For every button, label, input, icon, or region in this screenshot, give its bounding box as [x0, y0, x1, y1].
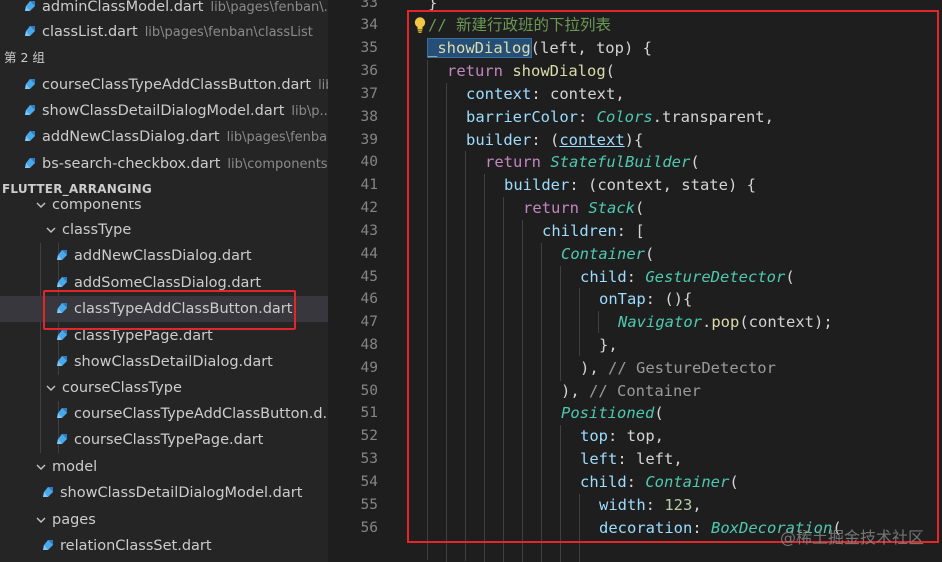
code-highlight-box	[407, 10, 939, 543]
tree-file[interactable]: courseClassTypePage.dart	[0, 427, 328, 453]
dart-file-icon	[56, 276, 68, 288]
line-number: 54	[360, 474, 378, 490]
line-number: 56	[360, 520, 378, 536]
line-number: 33	[360, 0, 378, 11]
line-number: 38	[360, 109, 378, 125]
open-editor-item[interactable]: classList.dart lib\pages\fenban\classList	[0, 19, 328, 45]
code-editor[interactable]: 33 34 35 36 37 38 39 40 41 42 43 44 45 4…	[328, 0, 942, 562]
line-number: 35	[360, 40, 378, 56]
dart-file-icon	[42, 486, 54, 498]
open-editor-item[interactable]: courseClassTypeAddClassButton.dartlib...	[0, 72, 328, 98]
line-number: 46	[360, 291, 378, 307]
tree-folder-classType[interactable]: classType	[0, 217, 328, 243]
line-number: 40	[360, 154, 378, 170]
dart-file-icon	[42, 539, 54, 551]
project-section-header[interactable]: FLUTTER_ARRANGING	[0, 177, 328, 201]
dart-file-icon	[24, 25, 36, 37]
chevron-down-icon	[44, 217, 58, 243]
watermark-text: @稀土掘金技术社区	[779, 528, 924, 547]
lightbulb-icon[interactable]	[413, 16, 427, 34]
open-editor-item[interactable]: showClassDetailDialogModel.dart lib\p...	[0, 98, 328, 124]
line-number: 45	[360, 269, 378, 285]
tree-file[interactable]: showClassDetailDialogModel.dart	[0, 480, 328, 506]
dart-file-icon	[56, 433, 68, 445]
open-editor-item[interactable]: bs-search-checkbox.dart lib\components	[0, 151, 328, 177]
line-number: 42	[360, 200, 378, 216]
line-number: 52	[360, 428, 378, 444]
line-number: 34	[360, 17, 378, 33]
dart-file-icon	[56, 355, 68, 367]
chevron-down-icon	[34, 454, 48, 480]
dart-file-icon	[24, 157, 36, 169]
selection-highlight-box	[43, 290, 296, 330]
line-number: 50	[360, 383, 378, 399]
tree-folder-courseClassType[interactable]: courseClassType	[0, 375, 328, 401]
line-number: 36	[360, 63, 378, 79]
tree-file[interactable]: addNewClassDialog.dart	[0, 243, 328, 269]
line-number: 47	[360, 314, 378, 330]
chevron-down-icon	[44, 375, 58, 401]
dart-file-icon	[24, 104, 36, 116]
line-number: 48	[360, 337, 378, 353]
dart-file-icon	[24, 0, 36, 12]
dart-file-icon	[56, 249, 68, 261]
tree-folder-pages[interactable]: pages	[0, 507, 328, 533]
dart-file-icon	[24, 78, 36, 90]
tree-file[interactable]: courseClassTypeAddClassButton.d...	[0, 401, 328, 427]
editor-group-label[interactable]: 第 2 组	[0, 45, 328, 71]
line-number: 51	[360, 405, 378, 421]
line-number: 49	[360, 360, 378, 376]
line-number: 43	[360, 223, 378, 239]
line-number: 53	[360, 451, 378, 467]
line-number: 37	[360, 86, 378, 102]
dart-file-icon	[56, 329, 68, 341]
chevron-down-icon	[34, 507, 48, 533]
tree-file[interactable]: relationClassSet.dart	[0, 533, 328, 559]
explorer-sidebar: adminClassModel.dart lib\pages\fenban\...…	[0, 0, 328, 562]
open-editor-item[interactable]: adminClassModel.dart lib\pages\fenban\...	[0, 0, 328, 20]
line-number: 39	[360, 132, 378, 148]
line-number: 44	[360, 246, 378, 262]
dart-file-icon	[56, 407, 68, 419]
line-number: 41	[360, 177, 378, 193]
open-editor-item[interactable]: addNewClassDialog.dartlib\pages\fenba...	[0, 124, 328, 150]
line-number: 55	[360, 497, 378, 513]
tree-folder-model[interactable]: model	[0, 454, 328, 480]
tree-file[interactable]: showClassDetailDialog.dart	[0, 349, 328, 375]
dart-file-icon	[24, 130, 36, 142]
